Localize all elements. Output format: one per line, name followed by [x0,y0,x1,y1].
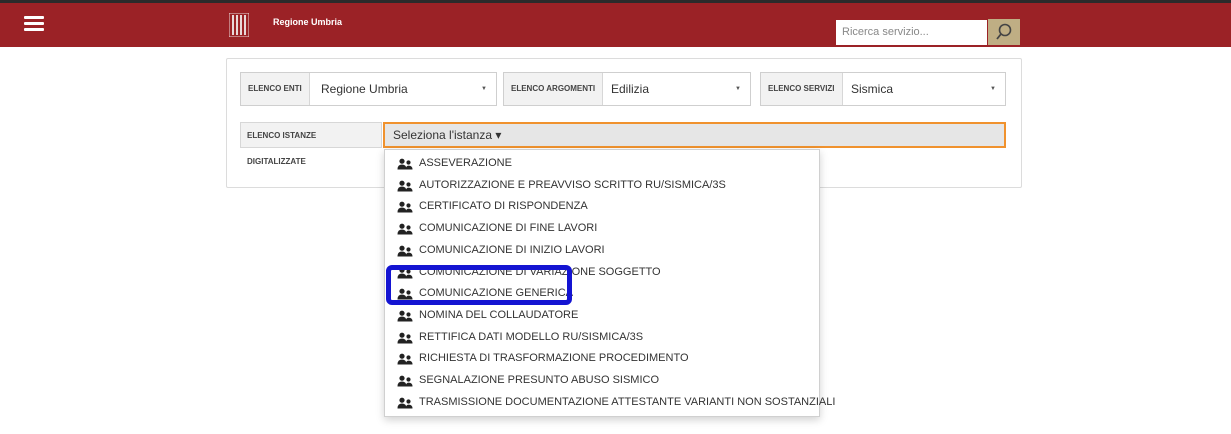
dropdown-item-label: COMUNICAZIONE DI FINE LAVORI [419,222,598,235]
brand-title: Regione Umbria [273,17,343,27]
chevron-down-icon: ▼ [990,86,996,92]
user-group-icon [397,309,413,322]
search-input[interactable]: Ricerca servizio... [836,20,987,45]
istanze-select[interactable]: Seleziona l'istanza ▾ [383,122,1006,148]
enti-label: ELENCO ENTI [241,73,310,105]
user-group-icon [397,222,413,235]
user-group-icon [397,157,413,170]
dropdown-item[interactable]: COMUNICAZIONE DI FINE LAVORI [385,218,819,239]
region-logo-icon [229,13,249,37]
dropdown-item[interactable]: ASSEVERAZIONE [385,153,819,174]
dropdown-item-label: CERTIFICATO DI RISPONDENZA [419,200,588,213]
servizi-label: ELENCO SERVIZI [761,73,843,105]
dropdown-item-label: AUTORIZZAZIONE E PREAVVISO SCRITTO RU/SI… [419,178,726,191]
user-group-icon [397,331,413,344]
argomenti-select[interactable]: ELENCO ARGOMENTI Edilizia ▼ [503,72,751,106]
enti-select[interactable]: ELENCO ENTI Regione Umbria ▼ [240,72,497,106]
dropdown-item-label: ASSEVERAZIONE [419,157,512,169]
dropdown-item-label: NOMINA DEL COLLAUDATORE [419,308,579,321]
dropdown-item[interactable]: TRASMISSIONE DOCUMENTAZIONE ATTESTANTE V… [385,392,835,413]
chevron-down-icon: ▼ [735,86,741,92]
dropdown-item-label: TRASMISSIONE DOCUMENTAZIONE ATTESTANTE V… [419,395,836,408]
dropdown-item[interactable]: RICHIESTA DI TRASFORMAZIONE PROCEDIMENTO [385,348,819,369]
top-border [0,0,1231,3]
dropdown-item[interactable]: CERTIFICATO DI RISPONDENZA [385,196,819,217]
dropdown-item[interactable]: AUTORIZZAZIONE E PREAVVISO SCRITTO RU/SI… [385,175,819,196]
dropdown-item-label: SEGNALAZIONE PRESUNTO ABUSO SISMICO [419,374,660,386]
istanze-label: ELENCO ISTANZE DIGITALIZZATE [240,122,382,166]
user-group-icon [397,396,413,409]
user-group-icon [397,200,413,213]
enti-value: Regione Umbria [321,82,408,96]
dropdown-item[interactable]: RETTIFICA DATI MODELLO RU/SISMICA/3S [385,327,819,348]
servizi-value: Sismica [851,82,894,96]
argomenti-label: ELENCO ARGOMENTI [504,73,604,105]
user-group-icon [397,179,413,192]
search-icon [996,23,1012,40]
dropdown-item-label: RETTIFICA DATI MODELLO RU/SISMICA/3S [419,330,644,343]
search-button[interactable] [988,19,1020,45]
servizi-select[interactable]: ELENCO SERVIZI Sismica ▼ [760,72,1006,106]
dropdown-item[interactable]: NOMINA DEL COLLAUDATORE [385,305,819,326]
dropdown-item-label: RICHIESTA DI TRASFORMAZIONE PROCEDIMENTO [419,352,689,365]
user-group-icon [397,244,413,257]
dropdown-item-label: COMUNICAZIONE DI INIZIO LAVORI [419,243,605,256]
highlight-box [386,265,572,305]
istanze-field: ELENCO ISTANZE DIGITALIZZATE Seleziona l… [240,122,1006,166]
menu-icon[interactable] [24,16,44,32]
dropdown-item[interactable]: SEGNALAZIONE PRESUNTO ABUSO SISMICO [385,370,819,391]
user-group-icon [397,352,413,365]
user-group-icon [397,374,413,387]
top-bar: Regione Umbria Ricerca servizio... [0,0,1231,47]
dropdown-item[interactable]: COMUNICAZIONE DI INIZIO LAVORI [385,240,819,261]
argomenti-value: Edilizia [611,82,650,96]
chevron-down-icon: ▼ [481,86,487,92]
